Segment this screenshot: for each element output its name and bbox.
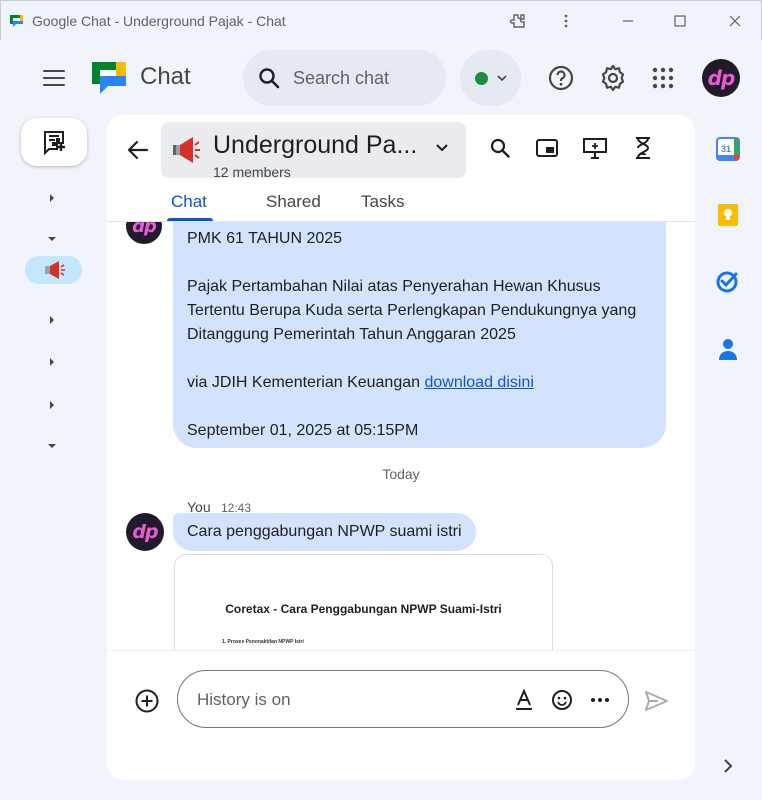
tasks-icon[interactable] xyxy=(715,268,741,294)
settings-icon[interactable] xyxy=(598,63,628,93)
message-text: Cara penggabungan NPWP suami istri xyxy=(187,523,462,540)
more-horiz-icon[interactable] xyxy=(588,688,612,712)
space-header[interactable]: Underground Pa... 12 members xyxy=(161,122,466,180)
rail-expand-down-icon[interactable] xyxy=(44,438,60,454)
google-chat-favicon xyxy=(10,15,23,27)
google-chat-logo xyxy=(92,62,126,94)
megaphone-icon xyxy=(44,261,65,279)
search-input[interactable] xyxy=(293,66,438,90)
attachment-line: 1. Proses Penonaktifan NPWP Istri xyxy=(222,639,304,645)
maximize-icon[interactable] xyxy=(668,9,692,33)
megaphone-icon xyxy=(173,137,200,163)
window-titlebar: Google Chat - Underground Pajak - Chat xyxy=(0,0,762,40)
contacts-icon[interactable] xyxy=(715,336,741,362)
download-link[interactable]: download disini xyxy=(424,374,533,391)
more-vert-icon[interactable] xyxy=(554,9,578,33)
active-status-dot xyxy=(475,72,488,85)
message-bubble: PMK 61 TAHUN 2025 Pajak Pertambahan Nila… xyxy=(173,222,666,448)
member-count: 12 members xyxy=(213,164,291,180)
hourglass-icon[interactable] xyxy=(630,135,656,161)
post-source: via JDIH Kementerian Keuangan download d… xyxy=(187,374,534,391)
rail-expand-right-icon[interactable] xyxy=(44,312,60,328)
space-name: Underground Pa... xyxy=(213,131,418,159)
tab-chat[interactable]: Chat xyxy=(171,192,207,212)
close-icon[interactable] xyxy=(723,9,747,33)
apps-grid-icon[interactable] xyxy=(648,63,678,93)
search-in-chat-icon[interactable] xyxy=(487,135,513,161)
back-arrow-icon[interactable] xyxy=(125,137,151,163)
window-title: Google Chat - Underground Pajak - Chat xyxy=(32,13,286,29)
picture-in-picture-icon[interactable] xyxy=(534,135,560,161)
present-to-all-icon[interactable] xyxy=(582,135,608,161)
date-divider: Today xyxy=(382,466,420,482)
status-selector[interactable] xyxy=(460,50,521,106)
rail-expand-right-icon[interactable] xyxy=(44,397,60,413)
new-chat-button[interactable] xyxy=(21,118,87,166)
post-date: September 01, 2025 at 05:15PM xyxy=(187,422,419,439)
search-icon xyxy=(259,68,280,89)
attachment-preview[interactable]: Coretax - Cara Penggabungan NPWP Suami-I… xyxy=(174,554,553,650)
app-title: Chat xyxy=(140,63,191,90)
post-body: Pajak Pertambahan Nilai atas Penyerahan … xyxy=(187,278,637,343)
add-circle-icon[interactable] xyxy=(133,687,161,715)
calendar-day: 31 xyxy=(721,144,731,154)
rail-expand-down-icon[interactable] xyxy=(44,231,60,247)
sender-avatar: dp xyxy=(126,222,162,244)
keep-icon[interactable] xyxy=(715,202,741,228)
new-chat-icon xyxy=(44,131,65,155)
message-input[interactable] xyxy=(197,688,437,712)
message-composer[interactable] xyxy=(177,670,629,728)
chevron-down-icon xyxy=(436,144,448,152)
composer-divider xyxy=(107,650,695,651)
text-format-icon[interactable] xyxy=(512,688,536,712)
chat-panel: Underground Pa... 12 members Chat Shared… xyxy=(107,115,695,780)
calendar-icon[interactable]: 31 xyxy=(715,136,741,162)
send-icon[interactable] xyxy=(643,688,669,714)
emoji-icon[interactable] xyxy=(550,688,574,712)
account-avatar[interactable]: dp xyxy=(702,59,740,97)
minimize-icon[interactable] xyxy=(616,9,640,33)
tab-tasks[interactable]: Tasks xyxy=(361,192,404,212)
message-bubble-mine: Cara penggabungan NPWP suami istri xyxy=(173,513,476,551)
help-icon[interactable] xyxy=(546,63,576,93)
search-box[interactable] xyxy=(243,50,446,106)
sender-avatar: dp xyxy=(126,513,164,551)
rail-expand-right-icon[interactable] xyxy=(44,190,60,206)
rail-item-active-space[interactable] xyxy=(25,256,82,284)
rail-expand-right-icon[interactable] xyxy=(44,354,60,370)
chevron-down-icon xyxy=(497,75,507,82)
tab-shared[interactable]: Shared xyxy=(266,192,321,212)
attachment-title: Coretax - Cara Penggabungan NPWP Suami-I… xyxy=(225,602,502,616)
chevron-right-icon[interactable] xyxy=(719,757,737,775)
menu-icon[interactable] xyxy=(40,64,68,92)
post-title: PMK 61 TAHUN 2025 xyxy=(187,230,343,247)
extension-icon[interactable] xyxy=(506,9,530,33)
message-list: dp PMK 61 TAHUN 2025 Pajak Pertambahan N… xyxy=(107,222,695,650)
